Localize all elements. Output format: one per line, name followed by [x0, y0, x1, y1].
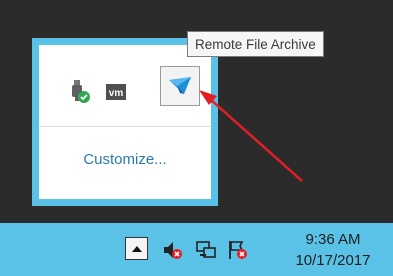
- notification-overflow-panel: vm Customize...: [32, 38, 218, 206]
- remote-file-archive-icon[interactable]: [160, 66, 200, 106]
- taskbar: 9:36 AM 10/17/2017: [0, 223, 393, 276]
- volume-muted-icon[interactable]: [162, 239, 184, 261]
- tray-icon-row: vm: [39, 66, 211, 126]
- clock-time: 9:36 AM: [305, 231, 361, 248]
- network-icon[interactable]: [195, 239, 217, 261]
- customize-link[interactable]: Customize...: [39, 151, 211, 168]
- svg-text:vm: vm: [109, 88, 124, 99]
- vmware-tools-icon[interactable]: vm: [102, 78, 130, 106]
- tooltip: Remote File Archive: [187, 31, 324, 57]
- action-center-flag-icon[interactable]: [227, 239, 249, 261]
- usb-safely-remove-icon[interactable]: [67, 78, 95, 106]
- panel-divider: [39, 126, 211, 127]
- taskbar-clock[interactable]: 9:36 AM 10/17/2017: [278, 229, 388, 271]
- overflow-panel-body: vm Customize...: [39, 45, 211, 199]
- show-hidden-icons-button[interactable]: [125, 237, 148, 260]
- chevron-up-icon: [131, 245, 142, 252]
- clock-date: 10/17/2017: [295, 252, 371, 269]
